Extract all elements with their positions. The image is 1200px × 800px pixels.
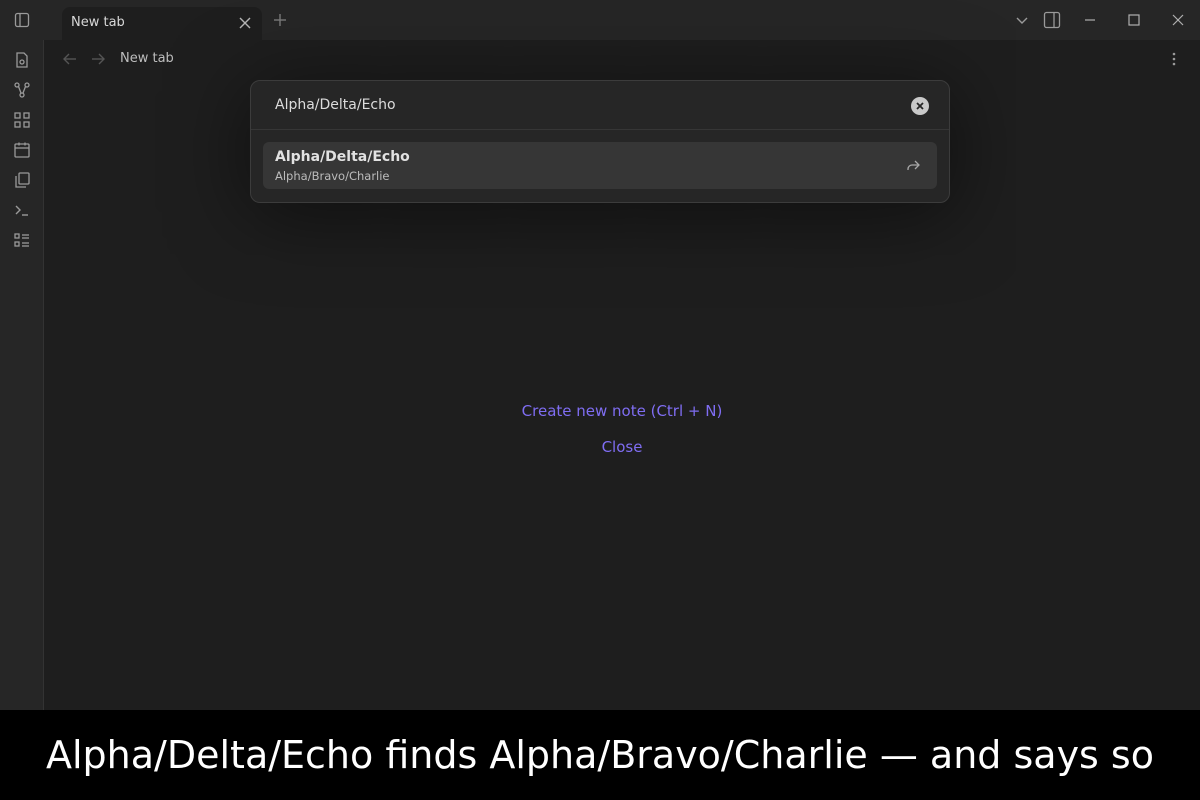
minimize-icon[interactable] — [1082, 12, 1098, 28]
close-link[interactable]: Close — [602, 438, 643, 456]
sidebar-toggle-icon[interactable] — [14, 12, 30, 28]
suggestion-item[interactable]: Alpha/Delta/Echo Alpha/Bravo/Charlie — [263, 142, 937, 189]
arrow-right-icon[interactable] — [90, 51, 106, 67]
suggestion-path: Alpha/Bravo/Charlie — [275, 169, 390, 183]
caption-text: Alpha/Delta/Echo finds Alpha/Bravo/Charl… — [46, 733, 1154, 777]
search-input[interactable]: Alpha/Delta/Echo — [251, 81, 949, 130]
chevron-down-icon[interactable] — [1014, 12, 1030, 28]
tab-label: New tab — [71, 15, 125, 30]
search-input-value: Alpha/Delta/Echo — [275, 97, 396, 113]
suggestion-title: Alpha/Delta/Echo — [275, 149, 410, 165]
ribbon — [0, 40, 44, 710]
right-sidebar-icon[interactable] — [1043, 11, 1061, 29]
copy-icon[interactable] — [13, 171, 31, 189]
arrow-left-icon[interactable] — [62, 51, 78, 67]
terminal-icon[interactable] — [13, 201, 31, 219]
tab-new-tab[interactable]: New tab — [62, 7, 262, 40]
view-title: New tab — [120, 51, 174, 66]
forward-arrow-icon — [905, 158, 921, 174]
graph-icon[interactable] — [13, 81, 31, 99]
maximize-icon[interactable] — [1126, 12, 1142, 28]
window-close-icon[interactable] — [1170, 12, 1186, 28]
plus-icon[interactable] — [272, 12, 288, 28]
calendar-icon[interactable] — [13, 141, 31, 159]
title-bar: New tab — [0, 0, 1200, 40]
caption-bar: Alpha/Delta/Echo finds Alpha/Bravo/Charl… — [0, 710, 1200, 800]
close-icon[interactable] — [237, 15, 253, 31]
quick-switcher-modal: Alpha/Delta/Echo Alpha/Delta/Echo Alpha/… — [250, 80, 950, 203]
grid-icon[interactable] — [13, 111, 31, 129]
more-vertical-icon[interactable] — [1166, 51, 1182, 67]
file-icon[interactable] — [13, 51, 31, 69]
view-header: New tab — [44, 40, 1200, 78]
create-new-note-link[interactable]: Create new note (Ctrl + N) — [522, 402, 723, 420]
list-icon[interactable] — [13, 231, 31, 249]
clear-search-button[interactable] — [911, 97, 929, 115]
